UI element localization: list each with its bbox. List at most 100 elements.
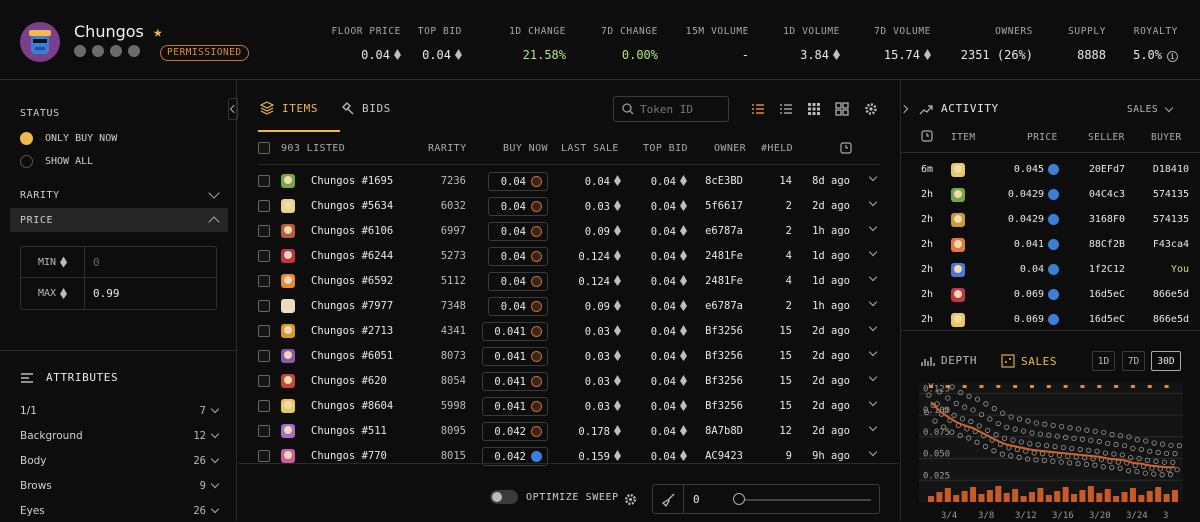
table-row[interactable]: Chungos #7977 7348 0.04 0.09 0.04 e6787a 2 1h a…	[258, 294, 880, 319]
buy-now-button[interactable]: 0.04	[488, 172, 548, 191]
col-rarity[interactable]: RARITY	[428, 143, 467, 154]
buy-now-button[interactable]: 0.042	[482, 422, 548, 441]
attribute-filter[interactable]: Eyes 26	[20, 504, 220, 517]
table-row[interactable]: Chungos #6244 5273 0.04 0.124 0.04 2481Fe 4 1d …	[258, 244, 880, 269]
activity-buyer[interactable]: 866e5d	[1153, 314, 1189, 325]
owner[interactable]: 2481Fe	[705, 275, 743, 287]
buy-now-button[interactable]: 0.04	[488, 222, 548, 241]
table-row[interactable]: Chungos #6106 6997 0.04 0.09 0.04 e6787a 2 1h a…	[258, 219, 880, 244]
owner[interactable]: 8cE3BD	[705, 175, 743, 187]
activity-seller[interactable]: 04C4c3	[1089, 189, 1125, 200]
row-checkbox[interactable]	[258, 325, 270, 337]
col-buy-now[interactable]: BUY NOW	[503, 143, 548, 154]
row-checkbox[interactable]	[258, 225, 270, 237]
sweep-settings-icon[interactable]	[624, 493, 637, 506]
activity-buyer[interactable]: D18410	[1153, 164, 1189, 175]
activity-seller[interactable]: 16d5eC	[1089, 314, 1125, 325]
attribute-filter[interactable]: 1/1 7	[20, 404, 220, 417]
row-checkbox[interactable]	[258, 250, 270, 262]
table-row[interactable]: Chungos #6592 5112 0.04 0.124 0.04 2481Fe 4 1d …	[258, 269, 880, 294]
status-only-buy-now[interactable]: ONLY BUY NOW	[20, 132, 117, 145]
select-all-checkbox[interactable]	[258, 142, 270, 154]
activity-row[interactable]: 2h 0.041 88Cf2B F43ca4	[919, 233, 1189, 258]
item-name[interactable]: Chungos #6592	[311, 275, 393, 287]
chevron-down-icon[interactable]	[868, 447, 878, 457]
table-row[interactable]: Chungos #620 8054 0.041 0.03 0.04 Bf3256 15 2d …	[258, 369, 880, 394]
row-checkbox[interactable]	[258, 375, 270, 387]
owner[interactable]: 2481Fe	[705, 250, 743, 262]
item-name[interactable]: Chungos #2713	[311, 325, 393, 337]
buy-now-button[interactable]: 0.04	[488, 197, 548, 216]
chevron-down-icon[interactable]	[868, 197, 878, 207]
sales-scatter-chart[interactable]: 0.1250.1000.0750.0500.0253/4 3/8 3/12 3/16 3…	[919, 383, 1183, 522]
row-checkbox[interactable]	[258, 450, 270, 462]
twitter-icon[interactable]	[128, 45, 140, 57]
discord-icon[interactable]	[110, 45, 122, 57]
attribute-filter[interactable]: Background 12	[20, 429, 220, 442]
row-checkbox[interactable]	[258, 275, 270, 287]
owner[interactable]: 8A7b8D	[705, 425, 743, 437]
tab-items[interactable]: ITEMS	[260, 101, 318, 115]
chevron-down-icon[interactable]	[868, 372, 878, 382]
row-checkbox[interactable]	[258, 300, 270, 312]
owner[interactable]: AC9423	[705, 450, 743, 462]
chevron-down-icon[interactable]	[868, 322, 878, 332]
tab-sales[interactable]: SALES	[1001, 354, 1057, 368]
buy-now-button[interactable]: 0.041	[482, 397, 548, 416]
table-row[interactable]: Chungos #511 8095 0.042 0.178 0.04 8A7b8D 12 2d…	[258, 419, 880, 444]
buy-now-button[interactable]: 0.041	[482, 372, 548, 391]
website-icon[interactable]	[92, 45, 104, 57]
item-name[interactable]: Chungos #770	[311, 450, 387, 462]
buy-now-button[interactable]: 0.04	[488, 297, 548, 316]
table-row[interactable]: Chungos #5634 6032 0.04 0.03 0.04 5f6617 2 2d a…	[258, 194, 880, 219]
tab-bids[interactable]: BIDS	[340, 101, 391, 115]
activity-seller[interactable]: 20EFd7	[1089, 164, 1125, 175]
item-name[interactable]: Chungos #620	[311, 375, 387, 387]
buy-now-button[interactable]: 0.04	[488, 272, 548, 291]
range-30d[interactable]: 30D	[1151, 351, 1181, 371]
activity-buyer[interactable]: 866e5d	[1153, 289, 1189, 300]
activity-row[interactable]: 2h 0.0429 3168F0 574135	[919, 208, 1189, 233]
table-row[interactable]: Chungos #8604 5998 0.041 0.03 0.04 Bf3256 15 2d…	[258, 394, 880, 419]
activity-seller[interactable]: 16d5eC	[1089, 289, 1125, 300]
activity-filter-dropdown[interactable]: SALES	[1127, 103, 1174, 115]
owner[interactable]: 5f6617	[705, 200, 743, 212]
buy-now-button[interactable]: 0.041	[482, 347, 548, 366]
activity-row[interactable]: 2h 0.069 16d5eC 866e5d	[919, 283, 1189, 308]
activity-buyer[interactable]: 574135	[1153, 214, 1189, 225]
table-row[interactable]: Chungos #6051 8073 0.041 0.03 0.04 Bf3256 15 2d…	[258, 344, 880, 369]
range-7d[interactable]: 7D	[1122, 351, 1145, 371]
row-checkbox[interactable]	[258, 425, 270, 437]
buy-now-button[interactable]: 0.04	[488, 247, 548, 266]
sweep-count-input[interactable]: 0	[693, 493, 700, 506]
token-id-search[interactable]: Token ID	[613, 96, 729, 122]
range-1d[interactable]: 1D	[1092, 351, 1115, 371]
item-name[interactable]: Chungos #511	[311, 425, 387, 437]
info-icon[interactable]: i	[1167, 51, 1178, 62]
price-filter-toggle[interactable]: PRICE	[10, 208, 228, 232]
item-name[interactable]: Chungos #7977	[311, 300, 393, 312]
list-view-icon[interactable]	[751, 102, 765, 116]
opensea-icon[interactable]	[74, 45, 86, 57]
tab-depth[interactable]: DEPTH	[921, 354, 977, 367]
sweep-slider-track[interactable]	[735, 499, 871, 501]
chevron-down-icon[interactable]	[868, 272, 878, 282]
status-show-all[interactable]: SHOW ALL	[20, 155, 93, 168]
chevron-down-icon[interactable]	[868, 347, 878, 357]
table-row[interactable]: Chungos #2713 4341 0.041 0.03 0.04 Bf3256 15 2d…	[258, 319, 880, 344]
min-price-input[interactable]: 0	[85, 247, 216, 277]
chevron-down-icon[interactable]	[868, 422, 878, 432]
attribute-filter[interactable]: Body 26	[20, 454, 220, 467]
small-grid-icon[interactable]	[807, 102, 821, 116]
buy-now-button[interactable]: 0.041	[482, 322, 548, 341]
row-checkbox[interactable]	[258, 200, 270, 212]
col-last-sale[interactable]: LAST SALE	[561, 143, 619, 154]
sweep-slider-handle[interactable]	[733, 493, 745, 505]
max-price-input[interactable]: 0.99	[85, 278, 216, 309]
collapse-filters-button[interactable]	[228, 98, 239, 120]
attribute-filter[interactable]: Brows 9	[20, 479, 220, 492]
owner[interactable]: Bf3256	[705, 350, 743, 362]
owner[interactable]: Bf3256	[705, 375, 743, 387]
activity-row[interactable]: 2h 0.04 1f2C12 You	[919, 258, 1189, 283]
owner[interactable]: Bf3256	[705, 400, 743, 412]
